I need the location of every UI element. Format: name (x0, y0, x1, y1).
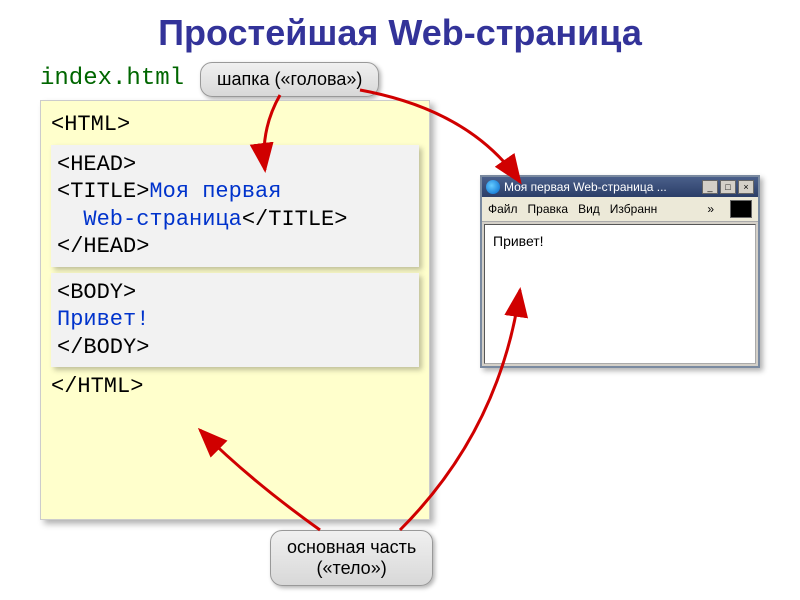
body-open-tag: <BODY> (57, 279, 413, 307)
page-content-text: Привет! (493, 233, 544, 249)
menu-more[interactable]: » (707, 202, 720, 216)
callout-body-line2: («тело») (287, 558, 416, 579)
menu-edit[interactable]: Правка (528, 202, 569, 216)
menu-favorites[interactable]: Избранн (610, 202, 657, 216)
head-close-tag: </HEAD> (57, 233, 413, 261)
browser-icon (486, 180, 500, 194)
browser-menubar: Файл Правка Вид Избранн » (482, 197, 758, 222)
close-button[interactable]: × (738, 180, 754, 194)
browser-titlebar: Моя первая Web-страница ... _ □ × (482, 177, 758, 197)
title-open-tag: <TITLE> (57, 179, 149, 204)
menu-file[interactable]: Файл (488, 202, 518, 216)
browser-window: Моя первая Web-страница ... _ □ × Файл П… (480, 175, 760, 368)
head-block: <HEAD> <TITLE>Моя первая Web-страница</T… (51, 145, 419, 267)
title-text-2: Web-страница (83, 207, 241, 232)
maximize-button[interactable]: □ (720, 180, 736, 194)
browser-content: Привет! (484, 224, 756, 364)
menu-view[interactable]: Вид (578, 202, 600, 216)
title-close-tag: </TITLE> (242, 207, 348, 232)
throbber-icon (730, 200, 752, 218)
callout-body-line1: основная часть (287, 537, 416, 558)
body-block: <BODY> Привет! </BODY> (51, 273, 419, 368)
title-text-1: Моя первая (149, 179, 281, 204)
head-open-tag: <HEAD> (57, 151, 413, 179)
callout-head: шапка («голова») (200, 62, 379, 97)
html-close-tag: </HTML> (51, 373, 419, 401)
callout-body: основная часть («тело») (270, 530, 433, 586)
body-close-tag: </BODY> (57, 334, 413, 362)
window-title: Моя первая Web-страница ... (504, 180, 667, 194)
body-content-text: Привет! (57, 306, 413, 334)
filename-label: index.html (40, 65, 184, 92)
html-open-tag: <HTML> (51, 111, 419, 139)
minimize-button[interactable]: _ (702, 180, 718, 194)
code-block: <HTML> <HEAD> <TITLE>Моя первая Web-стра… (40, 100, 430, 520)
title-line1: <TITLE>Моя первая (57, 178, 413, 206)
title-line2: Web-страница</TITLE> (57, 206, 413, 234)
slide-title: Простейшая Web-страница (0, 0, 800, 66)
